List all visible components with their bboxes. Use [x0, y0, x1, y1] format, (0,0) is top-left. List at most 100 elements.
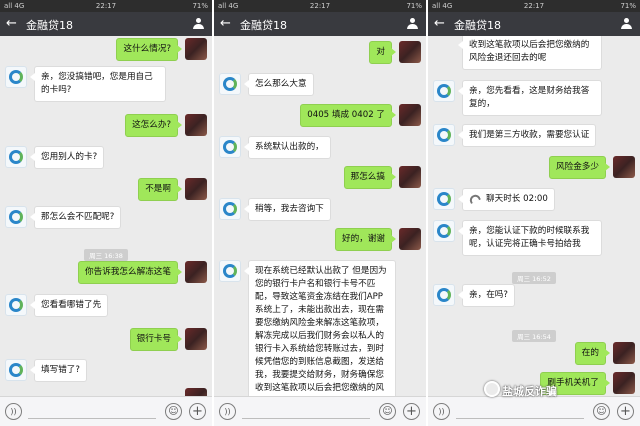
user-avatar[interactable] [185, 114, 207, 136]
message-bubble-received[interactable]: 亲，您能认证下款的时候联系我呢，认证完将正确卡号拍给我 [458, 220, 602, 256]
emoji-icon[interactable]: ☺ [593, 403, 610, 420]
agent-avatar[interactable] [5, 66, 27, 88]
message-bubble-received[interactable]: 填写错了? [30, 359, 87, 382]
message-bubble-received[interactable]: 亲，您没搞错吧，您是用自己的卡吗? [30, 66, 166, 102]
company-logo-icon [437, 84, 451, 98]
call-record-bubble[interactable]: 聊天时长 02:00 [458, 188, 555, 211]
agent-avatar[interactable] [219, 198, 241, 220]
agent-avatar[interactable] [433, 124, 455, 146]
plus-icon[interactable]: + [403, 403, 420, 420]
company-logo-icon [223, 264, 237, 278]
message-bubble-received[interactable]: 系统默认出款的， [244, 136, 331, 159]
user-avatar[interactable] [185, 388, 207, 396]
message-bubble-sent[interactable]: 好的，谢谢 [335, 228, 396, 251]
input-bar: )) ☺ + [0, 396, 212, 426]
user-avatar[interactable] [185, 261, 207, 283]
message-bubble-sent[interactable]: 在的 [574, 342, 611, 365]
voice-icon[interactable]: )) [5, 403, 22, 420]
message-bubble-received[interactable]: 亲，在吗? [458, 284, 515, 307]
agent-avatar[interactable] [433, 80, 455, 102]
message-bubble-received[interactable]: 稍等，我去咨询下 [244, 198, 331, 221]
message-bubble-sent[interactable]: 对 [369, 41, 396, 64]
message-bubble-sent[interactable]: 0405 填成 0402 了 [300, 104, 396, 127]
chat-screen-3: all 4G 22:17 71% ← 金融贷18 收到这笔款项以后会把您缴纳的风… [428, 0, 640, 426]
message-bubble-received[interactable]: 现在系统已经默认出款了 但是因为您的银行卡户名和银行卡号不匹配，导致这笔资金冻结… [244, 260, 396, 396]
phone-call-icon [468, 193, 481, 204]
agent-avatar[interactable] [433, 220, 455, 242]
message-bubble-sent[interactable]: 你告诉我怎么解冻这笔 [78, 261, 182, 284]
plus-icon[interactable]: + [617, 403, 634, 420]
back-arrow-icon[interactable]: ← [6, 16, 17, 31]
message-bubble-sent[interactable]: 这什么情况? [116, 38, 182, 61]
status-time: 22:17 [523, 2, 545, 10]
agent-avatar[interactable] [219, 73, 241, 95]
message-input[interactable] [28, 418, 156, 419]
watermark-logo-icon [484, 381, 500, 397]
user-avatar[interactable] [185, 178, 207, 200]
voice-icon[interactable]: )) [433, 403, 450, 420]
back-arrow-icon[interactable]: ← [220, 16, 231, 31]
message-bubble-received[interactable]: 您看看哪错了先 [29, 294, 109, 317]
company-logo-icon [223, 140, 237, 154]
chat-header: ← 金融贷18 [214, 12, 426, 36]
user-avatar[interactable] [399, 228, 421, 250]
message-bubble-sent[interactable]: 银行卡号 [129, 328, 183, 351]
chat-title: 金融贷18 [454, 19, 501, 32]
status-bar: all 4G 22:17 71% [428, 0, 640, 12]
timestamp: 周三 16:52 [428, 266, 640, 285]
company-logo-icon [9, 363, 23, 377]
message-bubble-received[interactable]: 那怎么会不匹配呢? [29, 206, 122, 229]
agent-avatar[interactable] [5, 294, 27, 316]
user-avatar[interactable] [613, 372, 635, 394]
user-avatar[interactable] [185, 328, 207, 350]
user-avatar[interactable] [399, 166, 421, 188]
back-arrow-icon[interactable]: ← [434, 16, 445, 31]
status-bar: all 4G 22:17 71% [0, 0, 212, 12]
message-bubble-sent[interactable]: 风险金多少 [549, 156, 610, 179]
user-avatar[interactable] [613, 156, 635, 178]
contact-info-icon[interactable] [407, 18, 418, 30]
company-logo-icon [223, 77, 237, 91]
message-bubble-received[interactable]: 怎么那么大意 [244, 73, 314, 96]
plus-icon[interactable]: + [189, 403, 206, 420]
message-input[interactable] [456, 418, 584, 419]
message-list[interactable]: 这什么情况? 亲，您没搞错吧，您是用自己的卡吗? 这怎么办? 您用别人的卡? 不… [0, 36, 212, 396]
agent-avatar[interactable] [5, 206, 27, 228]
user-avatar[interactable] [399, 104, 421, 126]
agent-avatar[interactable] [433, 284, 455, 306]
user-avatar[interactable] [185, 38, 207, 60]
status-time: 22:17 [95, 2, 117, 10]
timestamp: 周三 16:54 [428, 324, 640, 343]
emoji-icon[interactable]: ☺ [379, 403, 396, 420]
agent-avatar[interactable] [5, 146, 27, 168]
agent-avatar[interactable] [219, 260, 241, 282]
chat-title: 金融贷18 [240, 19, 287, 32]
company-logo-icon [9, 70, 23, 84]
message-input[interactable] [242, 418, 370, 419]
chat-header: ← 金融贷18 [0, 12, 212, 36]
agent-avatar[interactable] [219, 136, 241, 158]
contact-info-icon[interactable] [193, 18, 204, 30]
message-bubble-received[interactable]: 亲，您先看看，这是财务给我答复的， [458, 80, 602, 116]
chat-header: ← 金融贷18 [428, 12, 640, 36]
agent-avatar[interactable] [433, 188, 455, 210]
voice-icon[interactable]: )) [219, 403, 236, 420]
user-avatar[interactable] [613, 342, 635, 364]
user-avatar[interactable] [399, 41, 421, 63]
message-bubble-received[interactable]: 您用别人的卡? [29, 146, 105, 169]
message-bubble-received[interactable]: 收到这笔款项以后会把您缴纳的风险金退还回去的呢 [458, 36, 602, 70]
company-logo-icon [223, 202, 237, 216]
battery-indicator: 71% [192, 2, 208, 10]
input-bar: )) ☺ + [214, 396, 426, 426]
chat-title: 金融贷18 [26, 19, 73, 32]
agent-avatar[interactable] [5, 359, 27, 381]
message-list[interactable]: 收到这笔款项以后会把您缴纳的风险金退还回去的呢 亲，您先看看，这是财务给我答复的… [428, 36, 640, 396]
message-bubble-sent[interactable]: 这怎么办? [125, 114, 182, 137]
message-list[interactable]: 对 怎么那么大意 0405 填成 0402 了 系统默认出款的， 那怎么搞 稍等… [214, 36, 426, 396]
emoji-icon[interactable]: ☺ [165, 403, 182, 420]
message-bubble-sent[interactable]: 那怎么搞 [343, 166, 397, 189]
message-bubble-sent[interactable]: 不是啊 [138, 178, 182, 201]
contact-info-icon[interactable] [621, 18, 632, 30]
company-logo-icon [9, 210, 23, 224]
message-bubble-received[interactable]: 我们是第三方收款，需要您认证 [457, 124, 597, 147]
